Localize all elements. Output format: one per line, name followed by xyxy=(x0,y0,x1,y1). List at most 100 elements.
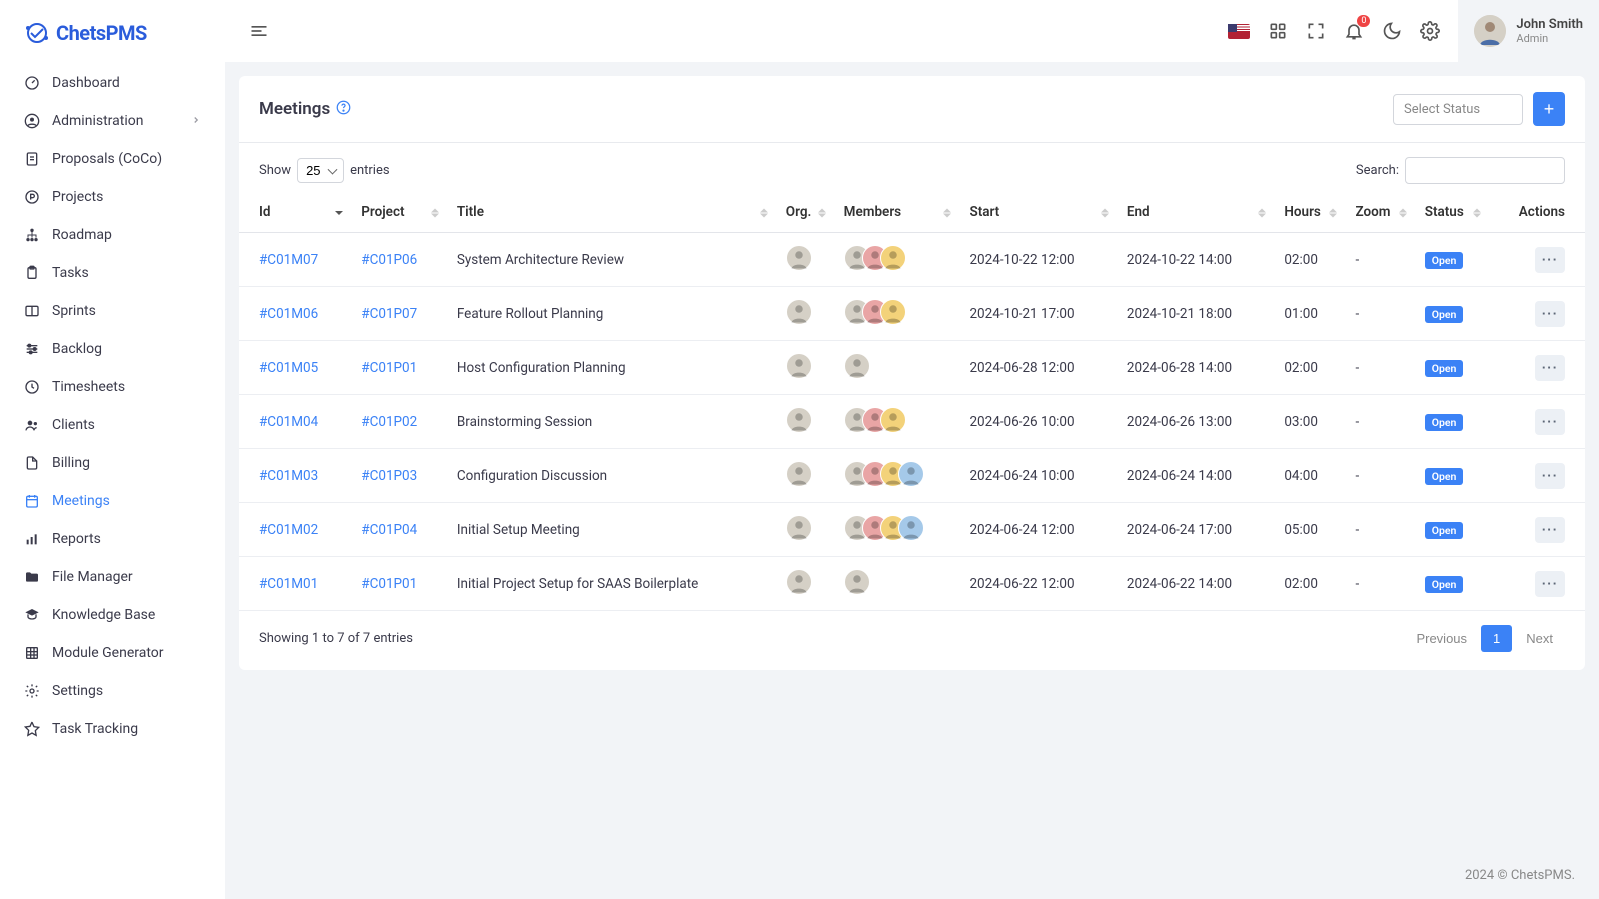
sidebar-item-label: Module Generator xyxy=(52,645,164,661)
project-link[interactable]: #C01P06 xyxy=(361,252,417,268)
col-hours[interactable]: Hours xyxy=(1274,194,1345,233)
col-end[interactable]: End xyxy=(1117,194,1274,233)
status-badge: Open xyxy=(1425,306,1464,323)
sliders-icon xyxy=(24,341,40,357)
sidebar: ChetsPMS DashboardAdministrationProposal… xyxy=(0,0,225,899)
gauge-icon xyxy=(24,75,40,91)
meeting-id-link[interactable]: #C01M06 xyxy=(259,306,318,322)
row-actions-button[interactable]: ··· xyxy=(1535,409,1565,435)
project-link[interactable]: #C01P07 xyxy=(361,306,417,322)
start-time: 2024-06-22 12:00 xyxy=(969,576,1074,592)
sidebar-item-clients[interactable]: Clients xyxy=(0,406,225,444)
file-icon xyxy=(24,455,40,471)
sidebar-item-task-tracking[interactable]: Task Tracking xyxy=(0,710,225,748)
row-actions-button[interactable]: ··· xyxy=(1535,247,1565,273)
sidebar-item-proposals-coco-[interactable]: Proposals (CoCo) xyxy=(0,140,225,178)
apps-grid-icon[interactable] xyxy=(1268,21,1288,41)
meeting-id-link[interactable]: #C01M03 xyxy=(259,468,318,484)
status-badge: Open xyxy=(1425,468,1464,485)
sidebar-item-settings[interactable]: Settings xyxy=(0,672,225,710)
sidebar-item-timesheets[interactable]: Timesheets xyxy=(0,368,225,406)
columns-icon xyxy=(24,303,40,319)
circle-p-icon xyxy=(24,189,40,205)
col-id[interactable]: Id xyxy=(239,194,351,233)
page-length-select[interactable]: 25 xyxy=(297,158,344,183)
dark-mode-icon[interactable] xyxy=(1382,21,1402,41)
sidebar-item-reports[interactable]: Reports xyxy=(0,520,225,558)
sidebar-item-knowledge-base[interactable]: Knowledge Base xyxy=(0,596,225,634)
sidebar-item-backlog[interactable]: Backlog xyxy=(0,330,225,368)
col-status[interactable]: Status xyxy=(1415,194,1489,233)
sidebar-item-projects[interactable]: Projects xyxy=(0,178,225,216)
hours: 05:00 xyxy=(1284,522,1318,538)
sort-indicator-icon xyxy=(1329,209,1337,218)
user-menu[interactable]: John Smith Admin xyxy=(1458,0,1599,62)
table-info: Showing 1 to 7 of 7 entries xyxy=(259,631,413,646)
menu-toggle-icon[interactable] xyxy=(249,21,269,41)
row-actions-button[interactable]: ··· xyxy=(1535,571,1565,597)
organizer-avatar-icon xyxy=(786,299,812,325)
grid-icon xyxy=(24,645,40,661)
row-actions-button[interactable]: ··· xyxy=(1535,463,1565,489)
meeting-id-link[interactable]: #C01M05 xyxy=(259,360,318,376)
meeting-id-link[interactable]: #C01M02 xyxy=(259,522,318,538)
help-icon[interactable] xyxy=(336,100,351,119)
sidebar-item-meetings[interactable]: Meetings xyxy=(0,482,225,520)
col-members[interactable]: Members xyxy=(834,194,960,233)
sidebar-item-module-generator[interactable]: Module Generator xyxy=(0,634,225,672)
fullscreen-icon[interactable] xyxy=(1306,21,1326,41)
notification-bell-icon[interactable]: 0 xyxy=(1344,21,1364,41)
zoom-link: - xyxy=(1355,306,1359,322)
sidebar-item-administration[interactable]: Administration xyxy=(0,102,225,140)
sidebar-item-roadmap[interactable]: Roadmap xyxy=(0,216,225,254)
member-avatar-icon xyxy=(844,353,870,379)
cell-id: #C01M06 xyxy=(239,287,351,341)
cell-end: 2024-10-21 18:00 xyxy=(1117,287,1274,341)
sidebar-item-billing[interactable]: Billing xyxy=(0,444,225,482)
col-zoom[interactable]: Zoom xyxy=(1345,194,1414,233)
settings-gear-icon[interactable] xyxy=(1420,21,1440,41)
brand-logo[interactable]: ChetsPMS xyxy=(0,12,225,64)
project-link[interactable]: #C01P01 xyxy=(361,360,417,376)
member-avatars xyxy=(844,299,906,325)
sidebar-item-dashboard[interactable]: Dashboard xyxy=(0,64,225,102)
add-meeting-button[interactable]: + xyxy=(1533,92,1565,126)
hours: 04:00 xyxy=(1284,468,1318,484)
sidebar-item-sprints[interactable]: Sprints xyxy=(0,292,225,330)
col-label: Title xyxy=(457,204,484,220)
cell-hours: 01:00 xyxy=(1274,287,1345,341)
user-role: Admin xyxy=(1516,32,1583,45)
col-project[interactable]: Project xyxy=(351,194,447,233)
row-actions-button[interactable]: ··· xyxy=(1535,301,1565,327)
col-label: Zoom xyxy=(1355,204,1390,220)
project-link[interactable]: #C01P03 xyxy=(361,468,417,484)
col-org-[interactable]: Org. xyxy=(776,194,834,233)
meeting-id-link[interactable]: #C01M01 xyxy=(259,576,318,592)
row-actions-button[interactable]: ··· xyxy=(1535,517,1565,543)
pager-page-1-button[interactable]: 1 xyxy=(1481,625,1512,652)
project-link[interactable]: #C01P02 xyxy=(361,414,417,430)
organizer-avatar-icon xyxy=(786,461,812,487)
table-row: #C01M06#C01P07Feature Rollout Planning20… xyxy=(239,287,1585,341)
users-icon xyxy=(24,417,40,433)
status-filter-select[interactable]: Select Status xyxy=(1393,94,1523,125)
language-flag-icon[interactable] xyxy=(1228,24,1250,39)
pager-prev-button[interactable]: Previous xyxy=(1404,625,1479,652)
table-row: #C01M03#C01P03Configuration Discussion20… xyxy=(239,449,1585,503)
row-actions-button[interactable]: ··· xyxy=(1535,355,1565,381)
meeting-title: System Architecture Review xyxy=(457,252,624,268)
pager-next-button[interactable]: Next xyxy=(1514,625,1565,652)
meeting-id-link[interactable]: #C01M04 xyxy=(259,414,318,430)
sidebar-item-label: Sprints xyxy=(52,303,96,319)
project-link[interactable]: #C01P04 xyxy=(361,522,417,538)
meeting-id-link[interactable]: #C01M07 xyxy=(259,252,318,268)
star-icon xyxy=(24,721,40,737)
cell-hours: 02:00 xyxy=(1274,233,1345,287)
col-title[interactable]: Title xyxy=(447,194,776,233)
search-input[interactable] xyxy=(1405,157,1565,184)
sidebar-item-tasks[interactable]: Tasks xyxy=(0,254,225,292)
hours: 02:00 xyxy=(1284,360,1318,376)
sidebar-item-file-manager[interactable]: File Manager xyxy=(0,558,225,596)
col-start[interactable]: Start xyxy=(959,194,1116,233)
project-link[interactable]: #C01P01 xyxy=(361,576,417,592)
